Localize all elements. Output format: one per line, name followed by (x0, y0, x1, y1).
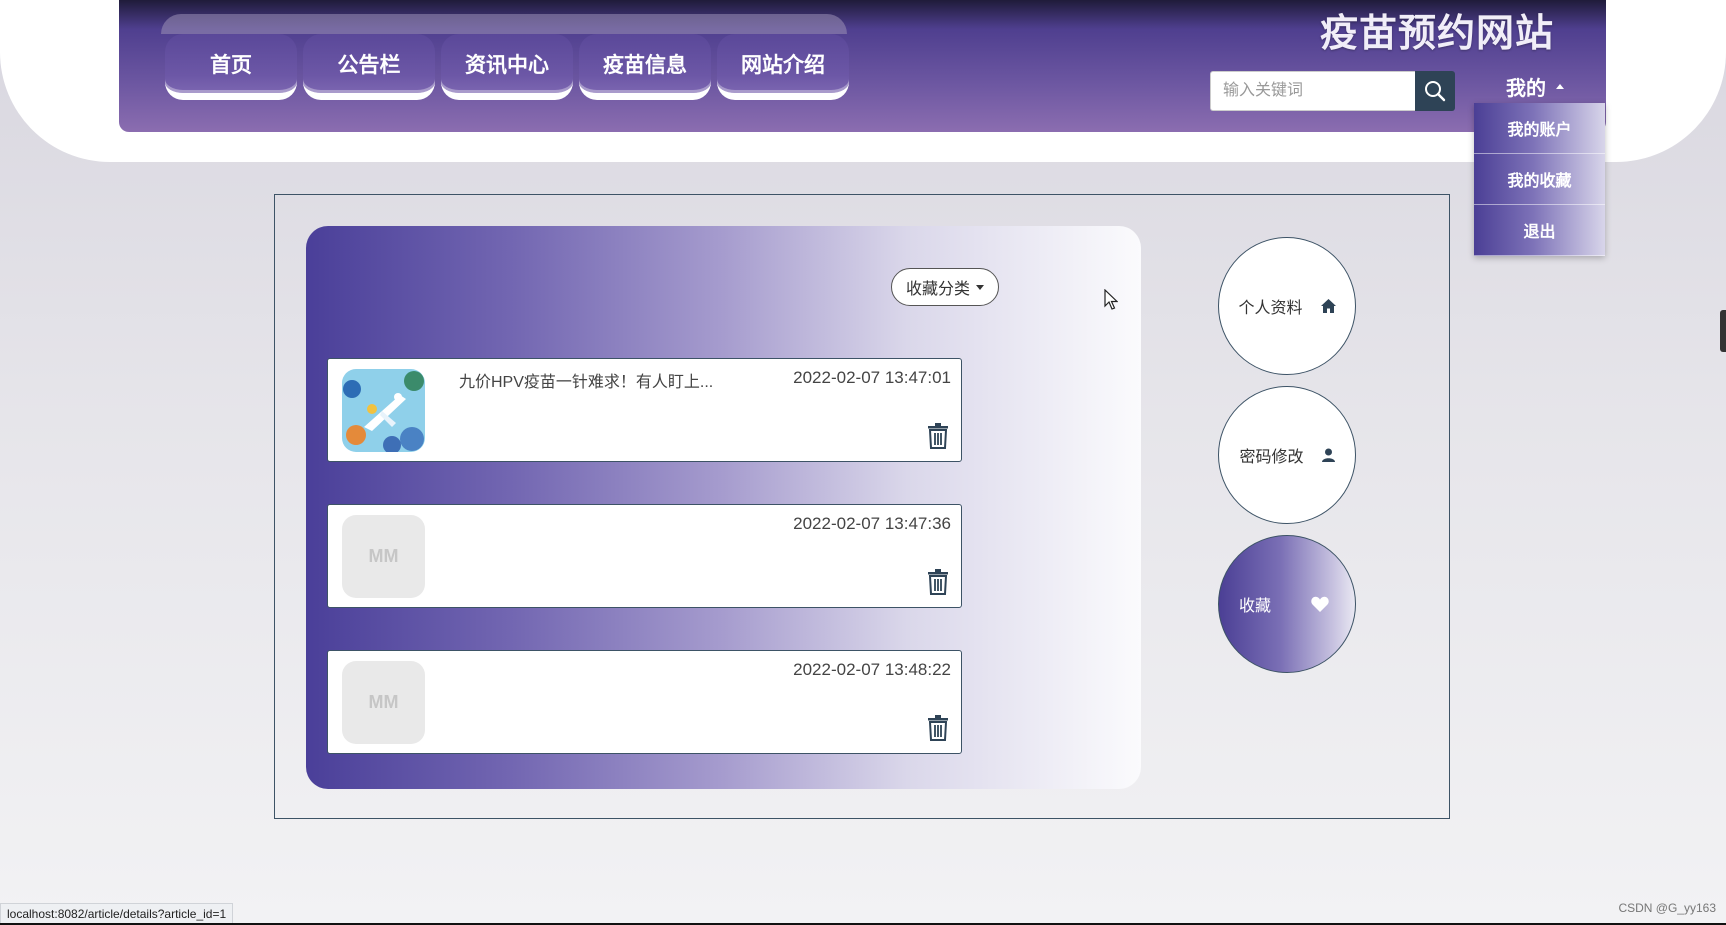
category-button-label: 收藏分类 (905, 281, 970, 298)
user-icon (1321, 448, 1335, 462)
search-box (1210, 71, 1455, 111)
search-icon (1425, 81, 1446, 102)
site-title: 疫苗预约网站 (1319, 13, 1554, 55)
main-nav: 首页 公告栏 资讯中心 疫苗信息 网站介绍 (165, 34, 849, 100)
watermark: CSDN @G_yy163 (1618, 901, 1716, 915)
trash-icon[interactable] (927, 715, 949, 741)
thumbnail-placeholder: MM (342, 515, 425, 598)
search-input[interactable] (1210, 71, 1415, 111)
mouse-cursor-icon (1104, 289, 1118, 310)
trash-icon[interactable] (927, 569, 949, 595)
side-menu-label: 个人资料 (1238, 300, 1303, 317)
home-icon (1320, 299, 1336, 313)
trash-icon[interactable] (927, 423, 949, 449)
scroll-handle[interactable] (1720, 310, 1726, 352)
nav-item-vaccine-info[interactable]: 疫苗信息 (579, 34, 711, 100)
menu-item-my-account[interactable]: 我的账户 (1474, 103, 1605, 154)
side-menu-password[interactable]: 密码修改 (1218, 386, 1356, 524)
article-title[interactable]: 九价HPV疫苗一针难求！有人盯上... (459, 368, 713, 392)
favorite-category-dropdown[interactable]: 收藏分类 (891, 268, 999, 306)
side-menu-label: 密码修改 (1239, 449, 1304, 466)
nav-item-news[interactable]: 资讯中心 (441, 34, 573, 100)
caret-down-icon (976, 284, 984, 290)
heart-icon (1311, 596, 1329, 612)
thumbnail-placeholder: MM (342, 661, 425, 744)
search-button[interactable] (1415, 71, 1455, 111)
user-dropdown: 我的账户 我的收藏 退出 (1474, 103, 1605, 256)
nav-item-announcements[interactable]: 公告栏 (303, 34, 435, 100)
favorite-card[interactable]: MM 2022-02-07 13:48:22 (327, 650, 962, 754)
favorite-card[interactable]: MM 2022-02-07 13:47:36 (327, 504, 962, 608)
nav-item-about[interactable]: 网站介绍 (717, 34, 849, 100)
nav-backdrop (161, 14, 847, 34)
user-menu-toggle[interactable]: 我的 (1506, 72, 1564, 101)
favorite-time: 2022-02-07 13:47:36 (793, 514, 951, 533)
favorite-time: 2022-02-07 13:48:22 (793, 660, 951, 679)
caret-up-icon (1556, 84, 1564, 89)
menu-item-my-favorites[interactable]: 我的收藏 (1474, 154, 1605, 205)
side-menu-profile[interactable]: 个人资料 (1218, 237, 1356, 375)
side-menu-favorites[interactable]: 收藏 (1218, 535, 1356, 673)
status-bar-url: localhost:8082/article/details?article_i… (0, 903, 234, 925)
side-menu-label: 收藏 (1239, 598, 1272, 615)
nav-item-home[interactable]: 首页 (165, 34, 297, 100)
menu-item-logout[interactable]: 退出 (1474, 205, 1605, 256)
favorite-card[interactable]: 九价HPV疫苗一针难求！有人盯上... 2022-02-07 13:47:01 (327, 358, 962, 462)
favorite-time: 2022-02-07 13:47:01 (793, 368, 951, 387)
user-menu-label: 我的 (1506, 78, 1546, 100)
article-thumbnail (342, 369, 425, 452)
